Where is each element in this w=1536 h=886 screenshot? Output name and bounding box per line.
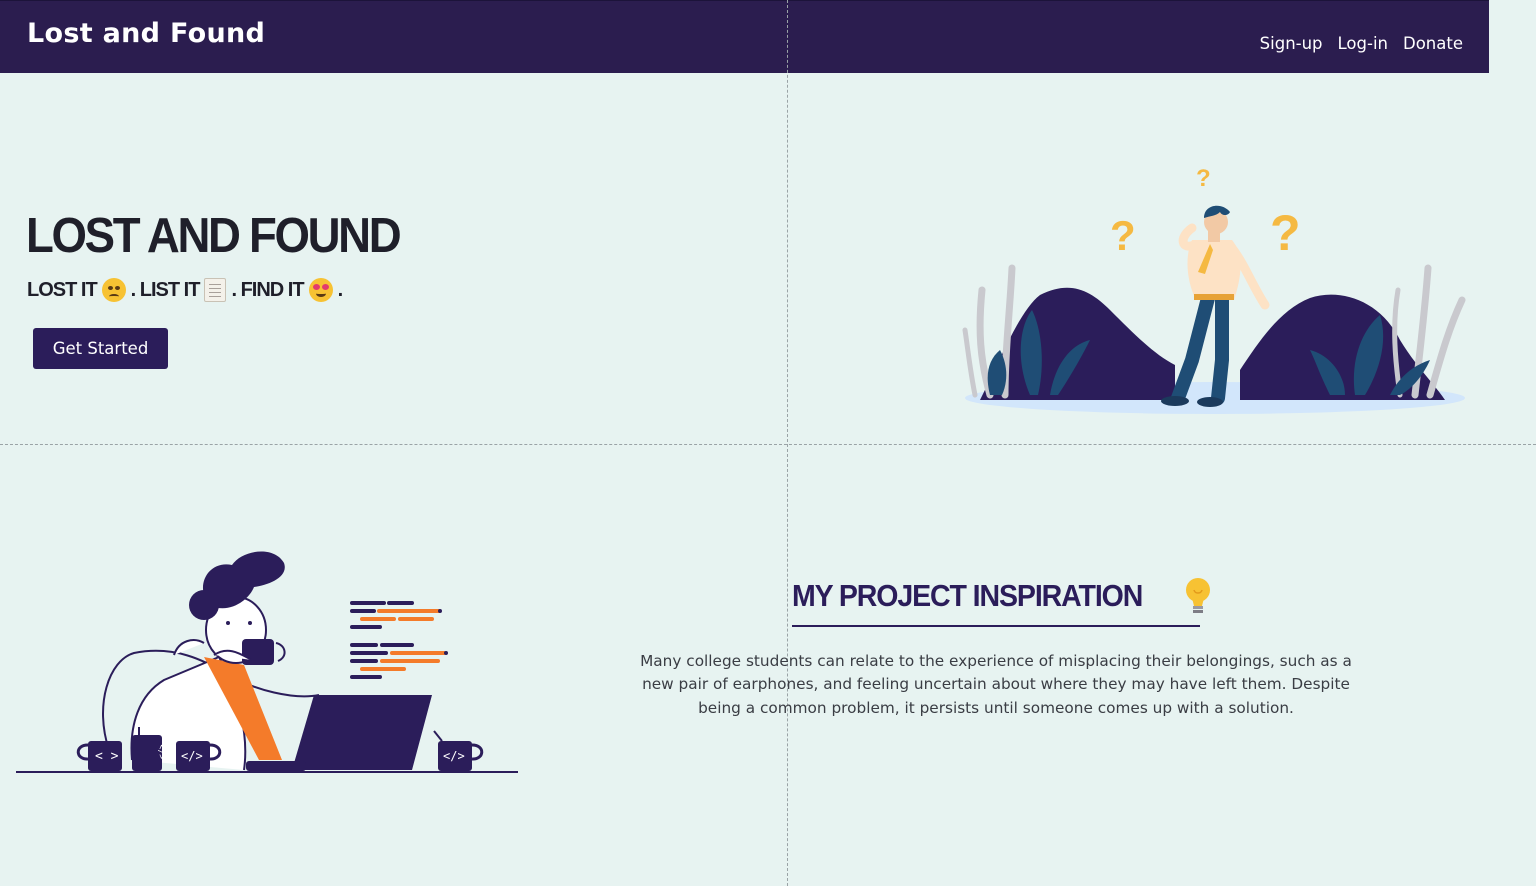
svg-text:</>: </> <box>181 749 203 763</box>
svg-text:?: ? <box>1270 205 1301 261</box>
svg-text:</>: </> <box>157 744 166 759</box>
lightbulb-icon <box>1185 578 1210 613</box>
page: Lost and Found Sign-up Log-in Donate LOS… <box>0 0 1536 886</box>
confused-person-illustration: ? ? ? <box>962 165 1466 414</box>
tagline-end: . <box>337 278 343 301</box>
get-started-button[interactable]: Get Started <box>33 328 168 369</box>
nav-links: Sign-up Log-in Donate <box>1260 34 1463 53</box>
tagline-lost: LOST IT <box>27 278 98 301</box>
coder-illustration: < > </> </> </> <box>16 551 518 773</box>
inspiration-heading: MY PROJECT INSPIRATION <box>792 576 1213 616</box>
nav-signup-link[interactable]: Sign-up <box>1260 34 1323 53</box>
hero-tagline: LOST IT . LIST IT . FIND IT . <box>27 278 343 302</box>
tagline-list: . LIST IT <box>130 278 201 301</box>
brand-logo[interactable]: Lost and Found <box>27 18 265 49</box>
horizontal-guide-line <box>0 444 1536 445</box>
inspiration-title: MY PROJECT INSPIRATION <box>792 578 1143 613</box>
inspiration-body: Many college students can relate to the … <box>640 652 1352 717</box>
confused-face-icon <box>101 278 126 302</box>
navbar: Lost and Found Sign-up Log-in Donate <box>0 0 1489 73</box>
nav-login-link[interactable]: Log-in <box>1338 34 1388 53</box>
tagline-find: . FIND IT <box>231 278 304 301</box>
inspiration-underline <box>792 625 1200 627</box>
svg-text:</>: </> <box>443 749 465 763</box>
nav-donate-link[interactable]: Donate <box>1403 34 1463 53</box>
scroll-icon <box>204 278 227 302</box>
svg-text:?: ? <box>1110 212 1136 259</box>
star-struck-face-icon <box>308 278 333 302</box>
hero-title: LOST AND FOUND <box>26 209 402 263</box>
svg-text:< >: < > <box>95 749 119 764</box>
svg-text:?: ? <box>1196 165 1211 192</box>
vertical-guide-line <box>787 0 788 886</box>
